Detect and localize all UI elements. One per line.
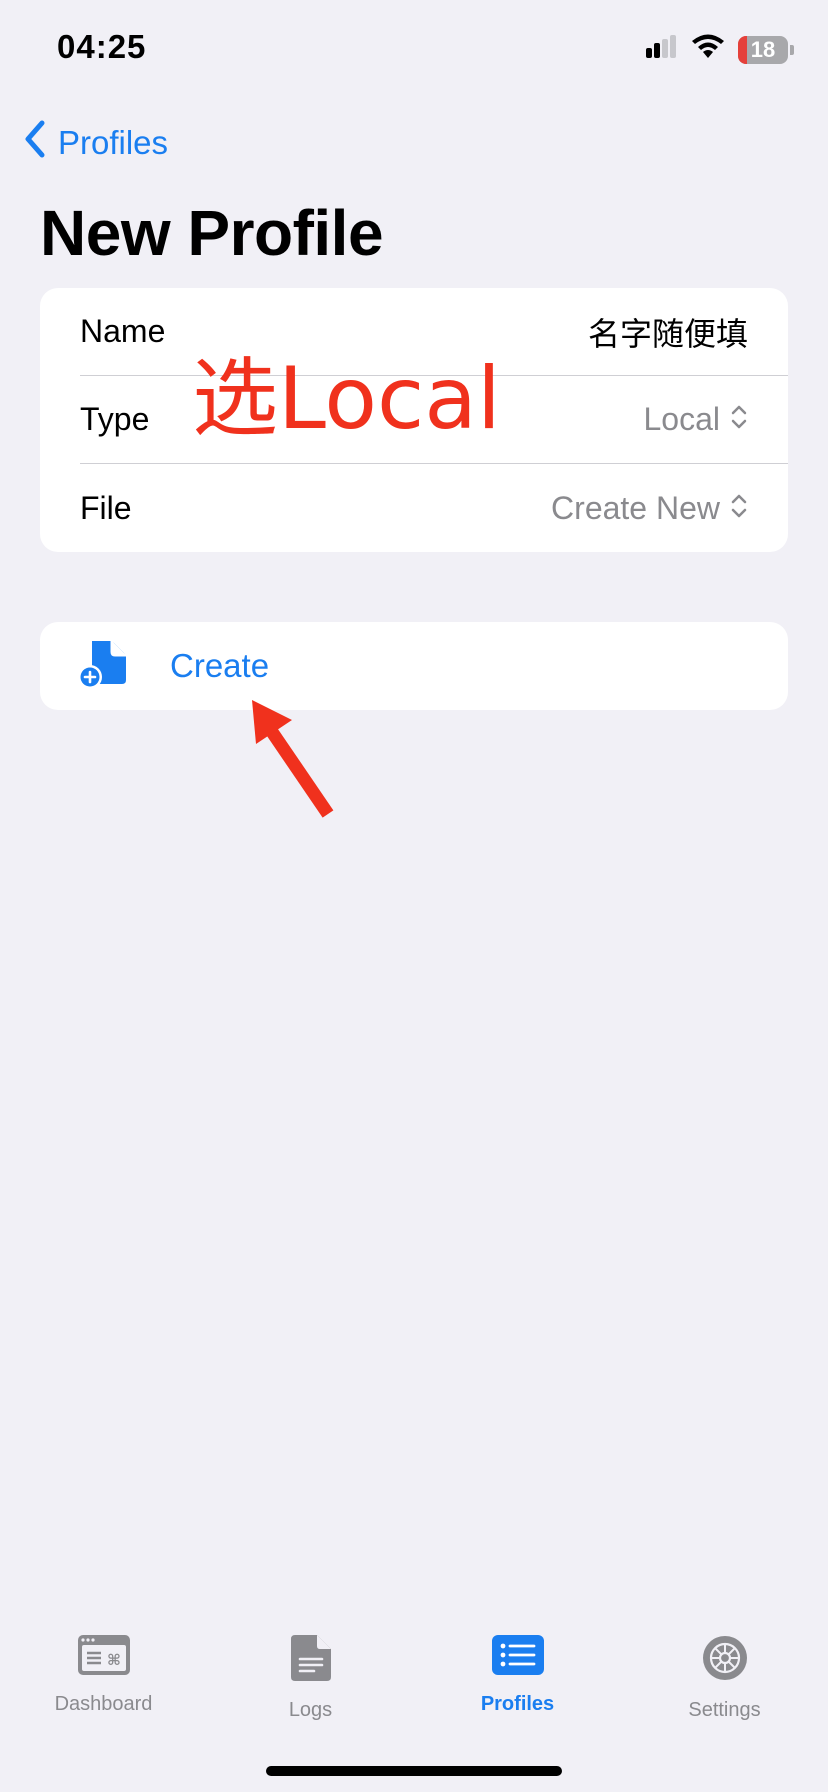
tab-settings[interactable]: Settings (621, 1620, 828, 1730)
chevron-left-icon (24, 120, 46, 166)
file-row[interactable]: File Create New (80, 464, 788, 552)
back-button[interactable]: Profiles (24, 120, 168, 166)
battery-cap (790, 44, 794, 55)
create-label: Create (170, 647, 270, 684)
chevron-up-down-icon (730, 492, 748, 525)
status-bar: 04:25 18 (0, 0, 828, 100)
annotation-text: 选Local (192, 349, 501, 449)
type-label: Type (80, 401, 150, 437)
tab-dashboard[interactable]: ⌘ Dashboard (0, 1620, 207, 1730)
chevron-up-down-icon (730, 403, 748, 436)
tab-bar: ⌘ Dashboard Logs Profiles Settings (0, 1620, 828, 1730)
home-indicator (266, 1766, 562, 1776)
tab-label-dashboard: Dashboard (54, 1693, 153, 1715)
tab-label-logs: Logs (288, 1699, 333, 1721)
logs-icon (290, 1634, 332, 1687)
dashboard-icon: ⌘ (77, 1634, 131, 1681)
name-label: Name (80, 313, 166, 349)
status-time: 04:25 (57, 28, 147, 65)
back-label: Profiles (58, 124, 169, 161)
type-value: Local (643, 401, 721, 437)
tab-logs[interactable]: Logs (207, 1620, 414, 1730)
status-icons: 18 (644, 34, 794, 65)
name-field[interactable]: 名字随便填 (588, 309, 748, 355)
wifi-icon (690, 34, 726, 65)
annotation-arrow (240, 690, 340, 825)
profiles-icon (491, 1634, 545, 1681)
file-value: Create New (551, 489, 720, 526)
svg-text:⌘: ⌘ (107, 1651, 121, 1669)
signal-icon (644, 34, 678, 65)
settings-gear-icon (701, 1634, 749, 1687)
file-picker[interactable]: Create New (551, 490, 748, 527)
file-label: File (80, 489, 132, 526)
page-title: New Profile (40, 197, 384, 269)
type-picker[interactable]: Local (644, 401, 749, 438)
tab-label-settings: Settings (688, 1699, 761, 1721)
doc-badge-plus-icon (78, 638, 128, 695)
battery-level: 18 (750, 36, 776, 62)
battery-icon: 18 (738, 35, 788, 64)
tab-profiles[interactable]: Profiles (414, 1620, 621, 1730)
tab-label-profiles: Profiles (480, 1693, 555, 1715)
create-card: Create (40, 622, 788, 710)
battery-fill (738, 35, 747, 64)
